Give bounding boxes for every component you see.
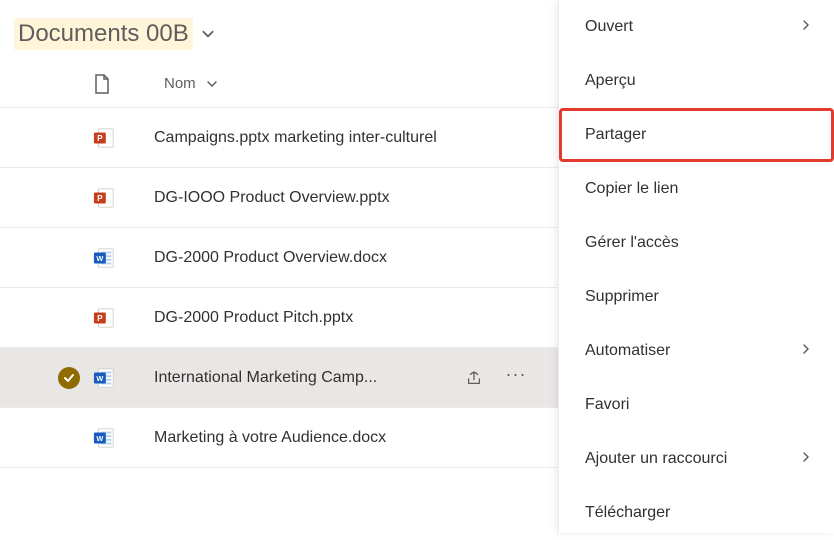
file-name: DG-2000 Product Overview.docx xyxy=(154,249,387,267)
chevron-right-icon xyxy=(800,18,812,36)
chevron-right-icon xyxy=(800,342,812,360)
menu-item-download[interactable]: Télécharger xyxy=(559,486,834,540)
menu-item-delete[interactable]: Supprimer xyxy=(559,270,834,324)
menu-item-automate[interactable]: Automatiser xyxy=(559,324,834,378)
menu-item-add-shortcut[interactable]: Ajouter un raccourci xyxy=(559,432,834,486)
menu-label: Automatiser xyxy=(585,342,670,360)
menu-item-open[interactable]: Ouvert xyxy=(559,0,834,54)
menu-label: Supprimer xyxy=(585,288,659,306)
file-name: DG-2000 Product Pitch.pptx xyxy=(154,309,353,327)
filetype-column-icon[interactable] xyxy=(90,74,114,94)
menu-label: Copier le lien xyxy=(585,180,678,198)
word-icon: W xyxy=(92,426,116,450)
menu-item-share[interactable]: Partager xyxy=(559,108,834,162)
menu-label: Ajouter un raccourci xyxy=(585,450,727,468)
svg-text:W: W xyxy=(96,373,103,382)
more-actions-icon[interactable]: ··· xyxy=(498,360,534,396)
svg-text:P: P xyxy=(97,193,103,202)
name-column-label: Nom xyxy=(164,75,196,92)
menu-item-favorite[interactable]: Favori xyxy=(559,378,834,432)
powerpoint-icon: P xyxy=(92,186,116,210)
library-title[interactable]: Documents 00B xyxy=(14,18,193,50)
powerpoint-icon: P xyxy=(92,126,116,150)
file-name: International Marketing Camp... xyxy=(154,369,377,387)
chevron-right-icon xyxy=(800,450,812,468)
word-icon: W xyxy=(92,366,116,390)
menu-item-manage-access[interactable]: Gérer l'accès xyxy=(559,216,834,270)
menu-item-copy-link[interactable]: Copier le lien xyxy=(559,162,834,216)
menu-label: Aperçu xyxy=(585,72,636,90)
chevron-down-icon xyxy=(206,78,218,90)
svg-text:W: W xyxy=(96,433,103,442)
menu-label: Partager xyxy=(585,126,646,144)
menu-label: Favori xyxy=(585,396,629,414)
menu-item-preview[interactable]: Aperçu xyxy=(559,54,834,108)
selected-check-icon[interactable] xyxy=(58,367,80,389)
svg-text:P: P xyxy=(97,313,103,322)
powerpoint-icon: P xyxy=(92,306,116,330)
chevron-down-icon[interactable] xyxy=(201,27,215,41)
word-icon: W xyxy=(92,246,116,270)
file-name: DG-IOOO Product Overview.pptx xyxy=(154,189,390,207)
file-name: Marketing à votre Audience.docx xyxy=(154,429,386,447)
svg-text:W: W xyxy=(96,253,103,262)
svg-text:P: P xyxy=(97,133,103,142)
file-name: Campaigns.pptx marketing inter-culturel xyxy=(154,129,437,147)
menu-label: Ouvert xyxy=(585,18,633,36)
context-menu: Ouvert Aperçu Partager Copier le lien Gé… xyxy=(558,0,834,533)
menu-label: Télécharger xyxy=(585,504,670,522)
share-icon[interactable] xyxy=(456,360,492,396)
name-column-header[interactable]: Nom xyxy=(164,75,218,92)
row-actions: ··· xyxy=(456,360,534,396)
menu-label: Gérer l'accès xyxy=(585,234,679,252)
